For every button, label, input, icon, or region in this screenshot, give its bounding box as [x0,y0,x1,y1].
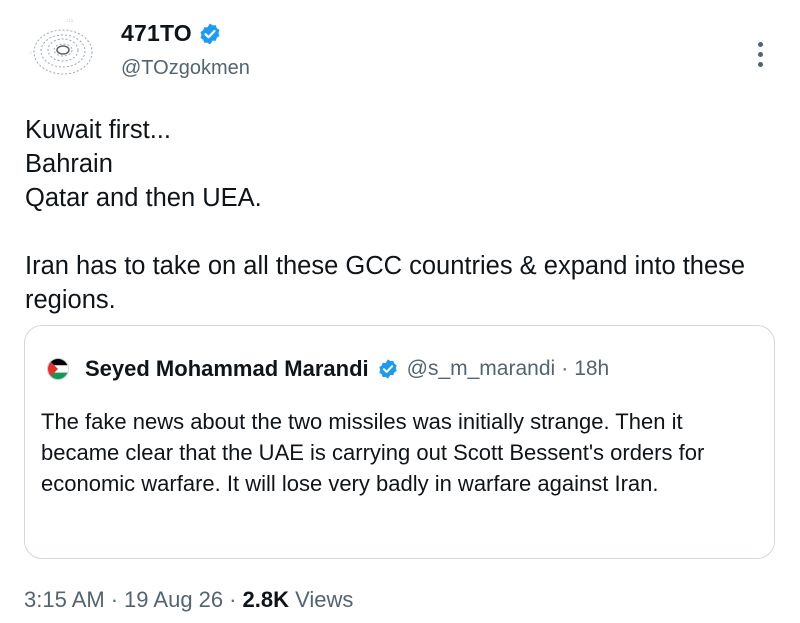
more-options-icon[interactable] [745,34,775,74]
tweet-meta: 3:15 AM · 19 Aug 26 · 2.8K Views [24,587,353,613]
author-display-name[interactable]: 471TO [121,20,192,47]
quoted-author-name[interactable]: Seyed Mohammad Marandi [85,356,369,382]
author-avatar[interactable]: ∴ :::: [23,14,103,94]
quoted-author-handle[interactable]: @s_m_marandi [407,357,556,381]
separator-dot: · [561,357,569,380]
svg-text:∴: ∴ [29,50,32,56]
author-handle[interactable]: @TOzgokmen [121,57,250,80]
views-label: Views [295,587,354,612]
quoted-tweet-header: Seyed Mohammad Marandi @s_m_marandi · 18… [47,356,609,382]
views-count[interactable]: 2.8K [242,587,288,612]
tweet-paragraph: Iran has to take on all these GCC countr… [25,252,746,314]
quoted-tweet-text: The fake news about the two missiles was… [41,409,705,496]
author-avatar-image: ∴ :::: [29,18,93,75]
tweet-text: Kuwait first... Bahrain Qatar and then U… [25,113,775,317]
quoted-tweet-card[interactable]: Seyed Mohammad Marandi @s_m_marandi · 18… [24,325,775,559]
tweet-line: Kuwait first... [25,116,171,144]
author-info: 471TO @TOzgokmen [121,20,250,80]
tweet-line: Qatar and then UEA. [25,184,262,212]
tweet-date[interactable]: 19 Aug 26 [124,587,223,613]
palestine-flag-icon[interactable] [47,358,69,380]
tweet-time[interactable]: 3:15 AM [24,587,105,613]
quoted-tweet-time[interactable]: 18h [574,357,609,381]
verified-badge-icon [198,22,222,46]
verified-badge-icon [377,358,399,380]
svg-text:::::: :::: [67,18,74,24]
tweet-line: Bahrain [25,150,113,178]
separator-dot: · [229,587,237,612]
separator-dot: · [110,587,119,612]
